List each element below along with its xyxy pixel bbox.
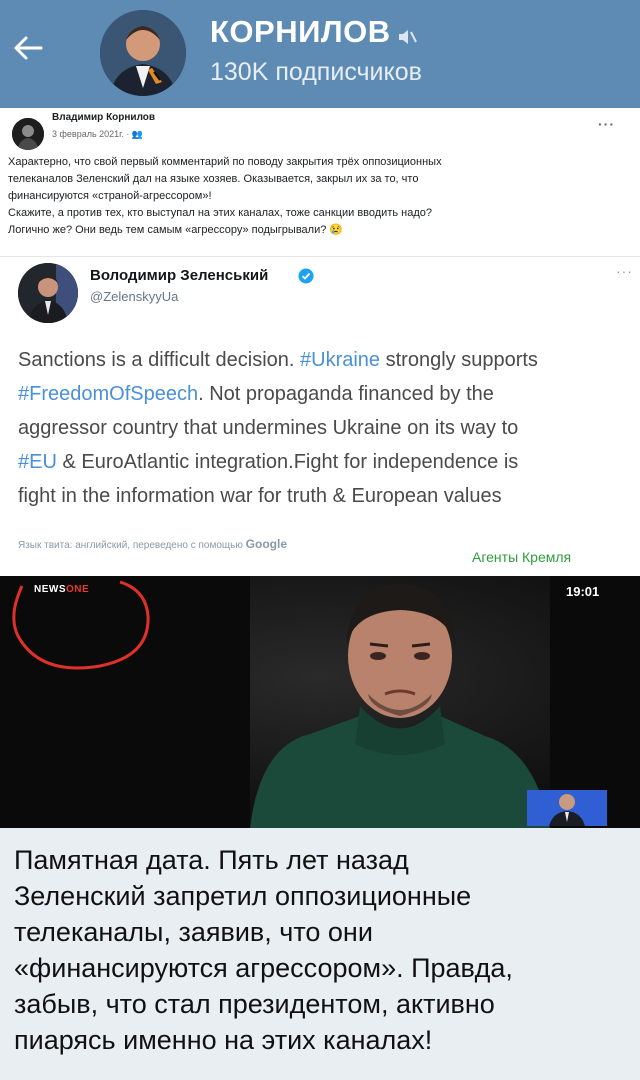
- tweet-more-icon: ···: [616, 263, 633, 279]
- tweet-text: Sanctions is a difficult decision. #Ukra…: [18, 343, 628, 513]
- channel-title[interactable]: КОРНИЛОВ: [210, 14, 391, 50]
- hashtag-freedomofspeech: #FreedomOfSpeech: [18, 383, 199, 405]
- video-still: NEWSONE 19:01: [0, 576, 640, 828]
- translation-note: Язык твита: английский, переведено с пом…: [18, 537, 287, 551]
- fb-post-date: 3 февраль 2021г. · 👥: [52, 129, 143, 140]
- logo-news: NEWS: [34, 584, 66, 595]
- hashtag-eu: #EU: [18, 451, 57, 473]
- watermark-label: Агенты Кремля: [472, 549, 572, 565]
- tweet-text-segment: Sanctions is a difficult decision.: [18, 349, 301, 371]
- embedded-tweet: Володимир Зеленський @ZelenskyyUa ··· Sa…: [0, 256, 640, 565]
- caption-line: пиарясь именно на этих каналах!: [14, 1025, 433, 1055]
- tweet-line: #EU & EuroAtlantic integration.Fight for…: [18, 445, 628, 479]
- fb-line: Логично же? Они ведь тем самым «агрессор…: [8, 224, 344, 236]
- caption-line: телеканалы, заявив, что они: [14, 917, 373, 947]
- fb-date-text: 3 февраль 2021г. ·: [52, 129, 132, 139]
- google-logo: Google: [245, 537, 287, 551]
- tweet-text-segment: strongly supports: [380, 349, 538, 371]
- caption-line: «финансируются агрессором». Правда,: [14, 953, 513, 983]
- fb-line: Характерно, что свой первый комментарий …: [8, 156, 442, 168]
- video-timestamp: 19:01: [566, 584, 600, 599]
- caption-line: Зеленский запретил оппозиционные: [14, 881, 472, 911]
- channel-header: КОРНИЛОВ 130K подписчиков: [0, 0, 640, 108]
- tweet-line: aggressor country that undermines Ukrain…: [18, 417, 519, 439]
- tweet-line: Sanctions is a difficult decision. #Ukra…: [18, 343, 628, 377]
- inset-presenter: [527, 790, 607, 826]
- more-options-icon: ···: [598, 116, 615, 132]
- channel-avatar[interactable]: [100, 10, 186, 96]
- fb-line: финансируются «страной-агрессором»!: [8, 190, 212, 202]
- logo-one: ONE: [66, 584, 90, 595]
- person-photo: [250, 576, 550, 828]
- post-screenshot[interactable]: Владимир Корнилов 3 февраль 2021г. · 👥 ·…: [0, 108, 640, 828]
- translation-text: Язык твита: английский, переведено с пом…: [18, 540, 246, 551]
- tweet-line: #FreedomOfSpeech. Not propaganda finance…: [18, 377, 628, 411]
- tweet-handle: @ZelenskyyUa: [90, 289, 179, 304]
- back-arrow-icon: [14, 36, 43, 60]
- post-caption: Памятная дата. Пять лет назад Зеленский …: [14, 842, 628, 1058]
- friends-icon: 👥: [131, 129, 144, 139]
- tweet-line: fight in the information war for truth &…: [18, 485, 502, 507]
- tweet-author-avatar: [18, 263, 78, 323]
- fb-author-avatar: [12, 118, 44, 150]
- hashtag-ukraine: #Ukraine: [300, 349, 381, 371]
- subscriber-count: 130K подписчиков: [210, 58, 422, 86]
- tweet-text-segment: . Not propaganda financed by the: [198, 383, 494, 405]
- fb-line: телеканалов Зеленский дал на языке хозяе…: [8, 173, 419, 185]
- red-circle-annotation: [12, 580, 150, 670]
- verified-badge-icon: [298, 268, 314, 284]
- tv-channel-logo: NEWSONE: [34, 584, 89, 595]
- muted-icon: [399, 30, 417, 44]
- fb-author-name: Владимир Корнилов: [52, 112, 156, 123]
- tweet-author-name: Володимир Зеленський: [90, 267, 269, 284]
- fb-post-text: Характерно, что свой первый комментарий …: [8, 154, 618, 239]
- caption-line: Памятная дата. Пять лет назад: [14, 845, 409, 875]
- fb-line: Скажите, а против тех, кто выступал на э…: [8, 207, 432, 219]
- back-button[interactable]: [6, 26, 50, 70]
- caption-line: забыв, что стал президентом, активно: [14, 989, 495, 1019]
- tweet-text-segment: & EuroAtlantic integration.Fight for ind…: [56, 451, 519, 473]
